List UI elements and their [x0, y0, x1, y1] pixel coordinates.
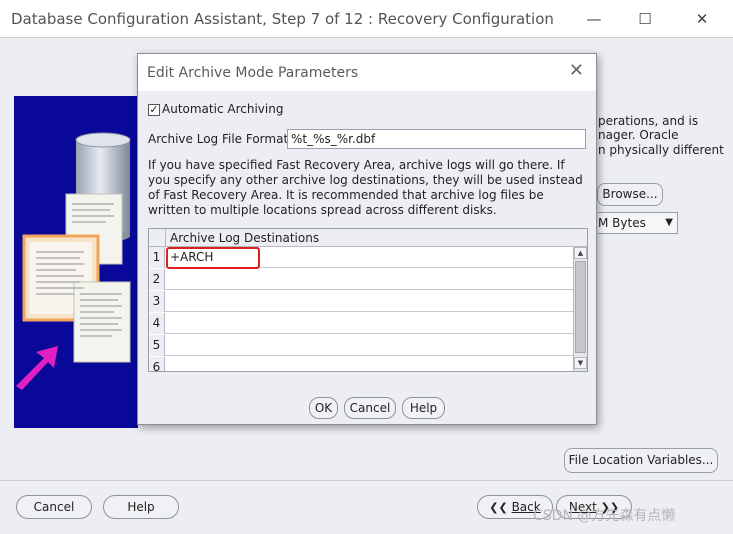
close-icon[interactable]: ✕ [683, 6, 721, 32]
row-number: 1 [149, 247, 165, 268]
background-text-line: n physically different [598, 143, 724, 157]
table-row[interactable]: 6 [149, 357, 573, 371]
table-row[interactable]: 4 [149, 313, 573, 334]
row-number: 6 [149, 357, 165, 371]
maximize-icon[interactable]: ☐ [626, 6, 664, 32]
minimize-icon[interactable]: — [575, 6, 613, 32]
header-divider [165, 229, 166, 247]
background-text-line: nager. Oracle [598, 128, 679, 142]
dialog-cancel-button[interactable]: Cancel [344, 397, 396, 419]
highlight-box [166, 247, 260, 269]
ok-button[interactable]: OK [309, 397, 338, 419]
automatic-archiving-label: Automatic Archiving [162, 102, 284, 116]
arrow-icon [16, 346, 58, 390]
scroll-down-icon[interactable]: ▼ [574, 357, 587, 369]
edit-archive-mode-dialog: Edit Archive Mode Parameters ✕ ✓ Automat… [137, 53, 597, 425]
database-illustration [14, 96, 138, 428]
dialog-help-button[interactable]: Help [402, 397, 445, 419]
vertical-scrollbar[interactable]: ▲ ▼ [573, 247, 587, 371]
cancel-button[interactable]: Cancel [16, 495, 92, 519]
window-title-bar: Database Configuration Assistant, Step 7… [0, 0, 733, 38]
dialog-close-icon[interactable]: ✕ [569, 60, 584, 81]
table-header: Archive Log Destinations [149, 229, 587, 247]
scrollbar-thumb[interactable] [575, 261, 586, 353]
size-unit-select[interactable]: M Bytes ▼ [598, 212, 678, 234]
info-text: If you have specified Fast Recovery Area… [148, 158, 583, 217]
dialog-title-bar: Edit Archive Mode Parameters ✕ [138, 54, 596, 91]
archive-log-format-label: Archive Log File Format [148, 132, 289, 146]
table-row[interactable]: 3 [149, 291, 573, 312]
bottom-separator [0, 480, 733, 481]
row-number: 4 [149, 313, 165, 334]
table-row[interactable]: 5 [149, 335, 573, 356]
row-number: 3 [149, 291, 165, 312]
archive-log-destinations-table: Archive Log Destinations 1 +ARCH 2 3 4 5… [148, 228, 588, 372]
row-number: 5 [149, 335, 165, 356]
help-button-label: Help [127, 500, 155, 514]
chevron-down-icon: ▼ [665, 217, 673, 228]
chevron-left-icon: ❮❮ [489, 501, 508, 514]
window-title: Database Configuration Assistant, Step 7… [11, 10, 554, 28]
file-location-variables-button[interactable]: File Location Variables... [564, 448, 718, 473]
dialog-title: Edit Archive Mode Parameters [147, 65, 359, 81]
size-unit-value: M Bytes [598, 216, 646, 230]
background-text-line: perations, and is [598, 114, 699, 128]
column-header-archive-log-destinations: Archive Log Destinations [170, 231, 320, 245]
browse-button[interactable]: Browse... [597, 183, 663, 206]
archive-log-format-input[interactable]: %t_%s_%r.dbf [287, 129, 586, 149]
row-number: 2 [149, 269, 165, 290]
watermark: CSDN @方先森有点懒 [533, 508, 676, 524]
automatic-archiving-checkbox[interactable]: ✓ [148, 104, 160, 116]
help-button[interactable]: Help [103, 495, 179, 519]
table-row[interactable]: 1 +ARCH [149, 247, 573, 269]
scroll-up-icon[interactable]: ▲ [574, 247, 587, 259]
table-row[interactable]: 2 [149, 269, 573, 290]
